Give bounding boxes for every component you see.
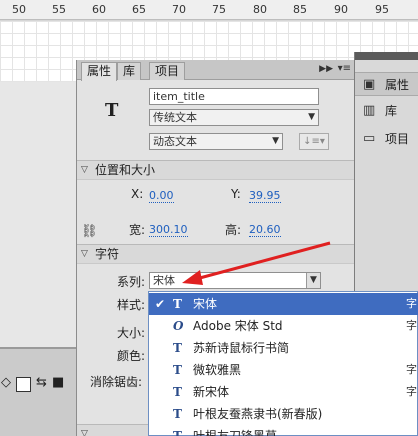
font-option[interactable]: O Adobe 宋体 Std 字 bbox=[149, 315, 418, 337]
font-option-name: 叶根友刀锋黑草 bbox=[193, 429, 278, 436]
side-item-library[interactable]: ▥ 库 bbox=[355, 99, 418, 123]
truetype-font-icon: T bbox=[173, 429, 182, 436]
size-label: 大小: bbox=[117, 326, 146, 340]
font-family-dropdown-list[interactable]: ✔ T 宋体 字 O Adobe 宋体 Std 字 T 苏新诗鼠标行书简 T 微… bbox=[148, 291, 418, 436]
y-value[interactable]: 39.95 bbox=[249, 189, 281, 203]
section-title: 位置和大小 bbox=[95, 163, 156, 177]
instance-name-input[interactable]: item_title bbox=[149, 88, 319, 105]
font-option-name: 宋体 bbox=[193, 297, 218, 311]
truetype-font-icon: T bbox=[173, 385, 182, 399]
font-option[interactable]: T 微软雅黑 字 bbox=[149, 359, 418, 381]
ruler-number: 80 bbox=[253, 3, 267, 16]
font-option-preview: 字 bbox=[406, 319, 417, 332]
lock-proportions-icon[interactable]: ⛓ bbox=[81, 224, 98, 239]
font-option[interactable]: T 新宋体 字 bbox=[149, 381, 418, 403]
side-item-label: 项目 bbox=[385, 132, 410, 146]
height-value[interactable]: 20.60 bbox=[249, 223, 281, 237]
ruler-number: 95 bbox=[375, 3, 389, 16]
x-label: X: bbox=[131, 187, 144, 201]
x-value[interactable]: 0.00 bbox=[149, 189, 174, 203]
character-section[interactable]: ▽ 字符 bbox=[77, 244, 355, 264]
color-label: 颜色: bbox=[117, 349, 146, 363]
ruler-number: 65 bbox=[132, 3, 146, 16]
section-title: 字符 bbox=[95, 247, 120, 261]
font-option-name: 微软雅黑 bbox=[193, 363, 242, 377]
project-icon: ▭ bbox=[363, 131, 376, 146]
truetype-font-icon: T bbox=[173, 297, 182, 311]
font-family-value: 宋体 bbox=[153, 274, 175, 287]
side-item-label: 库 bbox=[385, 104, 398, 118]
truetype-font-icon: T bbox=[173, 407, 182, 421]
panel-menu-icon[interactable]: ▾≡ bbox=[338, 63, 351, 74]
truetype-font-icon: T bbox=[173, 341, 182, 355]
font-option-name: 叶根友蚕燕隶书(新春版) bbox=[193, 407, 323, 421]
color-tools-row: ◇ ⇆ ■ bbox=[0, 375, 80, 395]
side-item-properties[interactable]: ▣ 属性 bbox=[355, 72, 418, 96]
text-type-value: 传统文本 bbox=[153, 111, 197, 124]
text-orientation-select[interactable]: ↓≡▾ bbox=[299, 133, 329, 150]
text-tool-icon: T bbox=[105, 100, 119, 121]
section-collapsed-icon: ▽ bbox=[81, 429, 88, 436]
antialias-label: 消除锯齿: bbox=[90, 375, 143, 389]
default-colors-icon[interactable]: ■ bbox=[52, 375, 64, 390]
ruler-number: 85 bbox=[293, 3, 307, 16]
ruler-number: 60 bbox=[92, 3, 106, 16]
font-option[interactable]: ✔ T 宋体 字 bbox=[149, 293, 418, 315]
checkmark-icon: ✔ bbox=[155, 297, 166, 311]
paint-bucket-icon[interactable]: ◇ bbox=[1, 375, 11, 390]
section-expanded-icon: ▽ bbox=[81, 165, 88, 175]
text-type-select[interactable]: 传统文本 ▼ bbox=[149, 109, 319, 126]
panel-tabs: 属性 库 项目 ▶▶ ▾≡ bbox=[77, 60, 355, 81]
work-area bbox=[0, 82, 76, 347]
font-option-name: 苏新诗鼠标行书简 bbox=[193, 341, 290, 355]
y-label: Y: bbox=[231, 187, 241, 201]
ruler-number: 90 bbox=[334, 3, 348, 16]
font-option[interactable]: T 叶根友蚕燕隶书(新春版) bbox=[149, 403, 418, 425]
ruler-number: 70 bbox=[172, 3, 186, 16]
font-family-select[interactable]: 宋体 ▼ bbox=[149, 272, 321, 289]
font-option-name: 新宋体 bbox=[193, 385, 230, 399]
chevron-down-icon: ▼ bbox=[308, 112, 315, 122]
properties-icon: ▣ bbox=[363, 77, 376, 92]
chevron-down-icon: ▼ bbox=[272, 136, 279, 146]
text-behavior-select[interactable]: 动态文本 ▼ bbox=[149, 133, 283, 150]
tab-project[interactable]: 项目 bbox=[149, 62, 186, 80]
horizontal-ruler: 50 55 60 65 70 75 80 85 90 95 bbox=[0, 0, 418, 20]
section-expanded-icon: ▽ bbox=[81, 249, 88, 259]
tools-panel: ◇ ⇆ ■ bbox=[0, 347, 80, 436]
ruler-number: 55 bbox=[52, 3, 66, 16]
side-item-project[interactable]: ▭ 项目 bbox=[355, 127, 418, 151]
library-icon: ▥ bbox=[363, 103, 376, 118]
font-option[interactable]: T 叶根友刀锋黑草 bbox=[149, 425, 418, 436]
tab-library[interactable]: 库 bbox=[117, 62, 142, 80]
tab-properties[interactable]: 属性 bbox=[81, 62, 118, 81]
style-label: 样式: bbox=[117, 298, 146, 312]
width-label: 宽: bbox=[129, 223, 146, 237]
font-option-name: Adobe 宋体 Std bbox=[193, 319, 283, 333]
opentype-font-icon: O bbox=[173, 319, 184, 333]
truetype-font-icon: T bbox=[173, 363, 182, 377]
side-item-label: 属性 bbox=[385, 78, 410, 92]
width-value[interactable]: 300.10 bbox=[149, 223, 188, 237]
ruler-number: 50 bbox=[12, 3, 26, 16]
side-panel-header bbox=[355, 52, 418, 60]
font-option[interactable]: T 苏新诗鼠标行书简 bbox=[149, 337, 418, 359]
fill-color-swatch[interactable] bbox=[16, 377, 31, 392]
position-size-section[interactable]: ▽ 位置和大小 bbox=[77, 160, 355, 180]
font-option-preview: 字 bbox=[406, 385, 417, 398]
font-option-preview: 字 bbox=[406, 297, 417, 310]
height-label: 高: bbox=[225, 223, 242, 237]
text-behavior-value: 动态文本 bbox=[153, 135, 197, 148]
ruler-number: 75 bbox=[212, 3, 226, 16]
font-option-preview: 字 bbox=[406, 363, 417, 376]
swap-colors-icon[interactable]: ⇆ bbox=[36, 375, 47, 390]
family-label: 系列: bbox=[117, 275, 146, 289]
collapse-arrows-icon[interactable]: ▶▶ bbox=[319, 64, 333, 74]
chevron-down-icon: ▼ bbox=[306, 273, 320, 288]
